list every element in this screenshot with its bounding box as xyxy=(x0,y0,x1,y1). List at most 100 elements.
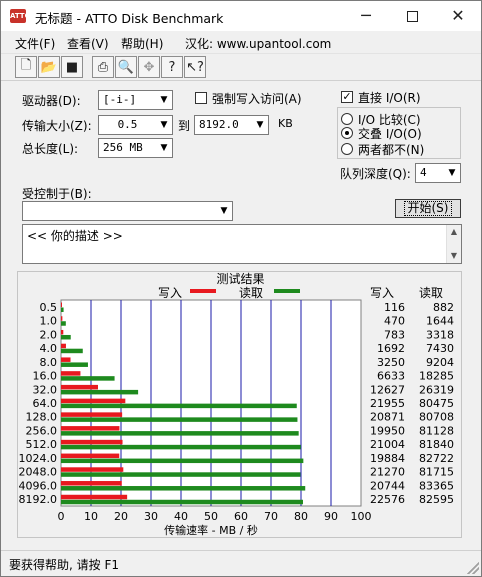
direct-io-checkbox[interactable]: ✓ xyxy=(341,91,353,103)
help-button[interactable]: ? xyxy=(161,56,183,78)
chevron-down-icon: ▼ xyxy=(256,120,264,130)
menu-localization[interactable]: 汉化: www.upantool.com xyxy=(185,35,331,52)
write-bar xyxy=(61,439,123,445)
y-category-label: 4.0 xyxy=(40,342,58,355)
write-value: 19950 xyxy=(370,424,405,437)
write-value: 21270 xyxy=(370,466,405,479)
move-button[interactable]: ✥ xyxy=(138,56,160,78)
menu-file[interactable]: 文件(F) xyxy=(15,35,55,52)
y-category-label: 16.0 xyxy=(33,370,58,383)
print-button[interactable]: ⎙ xyxy=(92,56,114,78)
total-length-label: 总长度(L): xyxy=(22,142,79,156)
io-compare-radio[interactable] xyxy=(341,113,353,125)
write-value: 470 xyxy=(384,315,405,328)
save-icon: ■ xyxy=(65,59,79,75)
drive-label: 驱动器(D): xyxy=(22,94,81,108)
maximize-icon xyxy=(406,11,418,22)
x-tick-label: 90 xyxy=(324,510,338,523)
chevron-down-icon: ▼ xyxy=(160,95,168,105)
open-icon: 📂 xyxy=(40,59,58,75)
io-neither-radio[interactable] xyxy=(341,143,353,155)
print-preview-icon: 🔍 xyxy=(117,59,135,75)
transfer-from-value: 0.5 xyxy=(117,118,138,131)
y-category-label: 512.0 xyxy=(26,438,58,451)
start-button-label: 开始(S) xyxy=(403,201,453,216)
write-value: 12627 xyxy=(370,383,405,396)
read-value: 9204 xyxy=(426,356,454,369)
write-bar xyxy=(61,398,126,404)
read-bar xyxy=(61,499,303,505)
title-bar: ATTO 无标题 - ATTO Disk Benchmark ─ ✕ xyxy=(1,1,481,31)
io-neither-label: 两者都不(N) xyxy=(358,143,425,157)
menu-help[interactable]: 帮助(H) xyxy=(121,35,163,52)
transfer-to-select[interactable]: 8192.0 ▼ xyxy=(194,115,269,135)
write-bar xyxy=(61,316,63,321)
print-preview-button[interactable]: 🔍 xyxy=(115,56,137,78)
write-bar xyxy=(61,357,71,362)
atto-app-icon: ATTO xyxy=(10,9,31,23)
read-value: 18285 xyxy=(419,370,454,383)
description-textarea[interactable]: << 你的描述 >> ▲ ▼ xyxy=(22,224,462,264)
read-value: 7430 xyxy=(426,342,454,355)
write-value: 3250 xyxy=(377,356,405,369)
drive-value: [-i-] xyxy=(103,93,137,106)
y-category-label: 64.0 xyxy=(33,397,58,410)
read-value: 82722 xyxy=(419,452,454,465)
drive-select[interactable]: [-i-] ▼ xyxy=(98,90,173,110)
x-tick-label: 70 xyxy=(264,510,278,523)
y-category-label: 2048.0 xyxy=(19,466,58,479)
write-bar xyxy=(61,384,98,390)
save-button[interactable]: ■ xyxy=(61,56,83,78)
write-bar xyxy=(61,494,128,500)
menu-bar: 文件(F) 查看(V) 帮助(H) 汉化: www.upantool.com xyxy=(1,32,481,52)
read-value: 81840 xyxy=(419,438,454,451)
maximize-button[interactable] xyxy=(389,1,435,31)
scroll-down-icon: ▼ xyxy=(450,251,458,260)
menu-view[interactable]: 查看(V) xyxy=(67,35,109,52)
status-bar: 要获得帮助, 请按 F1 xyxy=(1,550,481,576)
close-button[interactable]: ✕ xyxy=(435,1,481,31)
scroll-up-icon: ▲ xyxy=(450,227,458,236)
y-category-label: 8192.0 xyxy=(19,493,58,506)
total-length-select[interactable]: 256 MB ▼ xyxy=(98,138,173,158)
chevron-down-icon: ▼ xyxy=(160,120,168,130)
write-bar xyxy=(61,343,66,349)
read-bar xyxy=(61,348,83,354)
toolbar: 🗋 📂 ■ ⎙ 🔍 ✥ ? ↖? xyxy=(1,53,481,81)
write-bar xyxy=(61,426,120,431)
io-overlap-label: 交叠 I/O(O) xyxy=(358,127,422,141)
read-bar xyxy=(61,362,88,367)
minimize-button[interactable]: ─ xyxy=(343,1,389,31)
resize-grip[interactable] xyxy=(467,562,479,574)
x-axis-label: 传输速率 - MB / 秒 xyxy=(164,523,258,537)
open-button[interactable]: 📂 xyxy=(38,56,60,78)
start-button[interactable]: 开始(S) xyxy=(395,199,461,218)
transfer-to-value: 8192.0 xyxy=(199,118,239,131)
description-scrollbar[interactable]: ▲ ▼ xyxy=(446,225,461,263)
io-overlap-radio[interactable] xyxy=(341,127,353,139)
context-help-button[interactable]: ↖? xyxy=(184,56,206,78)
results-panel: 测试结果 写入 读取 写入 读取 0 10 20 30 40 50 60 70 80 90 100 传… xyxy=(17,271,462,538)
kb-label: KB xyxy=(278,117,293,130)
transfer-from-select[interactable]: 0.5 ▼ xyxy=(98,115,173,135)
read-bar xyxy=(61,417,298,422)
write-bar xyxy=(61,371,81,376)
chevron-down-icon: ▼ xyxy=(448,168,456,178)
read-value: 81128 xyxy=(419,424,454,437)
print-icon: ⎙ xyxy=(97,59,109,75)
write-bar xyxy=(61,302,62,307)
y-category-label: 2.0 xyxy=(40,328,58,341)
controlled-by-select[interactable]: ▼ xyxy=(22,201,233,221)
y-category-label: 1024.0 xyxy=(19,452,58,465)
read-bar xyxy=(61,472,301,477)
move-icon: ✥ xyxy=(143,59,155,75)
y-category-label: 1.0 xyxy=(40,315,58,328)
read-bar xyxy=(61,376,115,381)
x-tick-label: 80 xyxy=(294,510,308,523)
x-tick-label: 20 xyxy=(114,510,128,523)
force-write-checkbox[interactable] xyxy=(195,92,207,104)
y-category-label: 128.0 xyxy=(26,411,58,424)
write-value: 6633 xyxy=(377,370,405,383)
new-button[interactable]: 🗋 xyxy=(15,56,37,78)
queue-depth-select[interactable]: 4 ▼ xyxy=(415,163,461,183)
